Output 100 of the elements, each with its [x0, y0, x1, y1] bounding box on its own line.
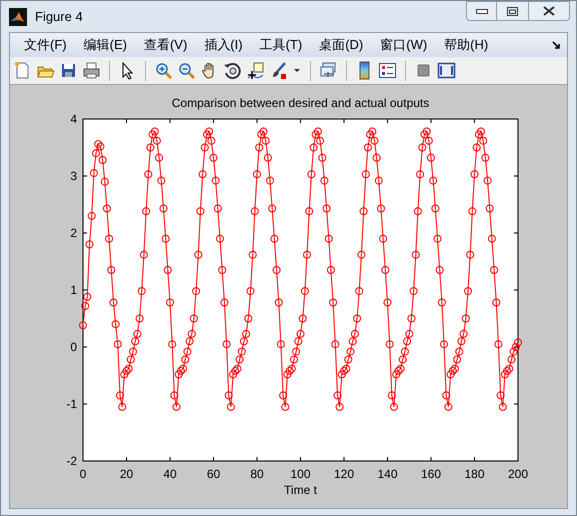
data-marker	[486, 204, 494, 212]
zoom-in-icon[interactable]	[154, 61, 173, 80]
print-icon[interactable]	[82, 61, 101, 80]
data-marker	[334, 391, 342, 400]
data-marker	[224, 391, 233, 400]
data-marker	[322, 204, 331, 212]
data-marker	[446, 370, 455, 378]
close-button[interactable]	[528, 1, 570, 21]
data-cursor-icon[interactable]	[246, 61, 265, 80]
x-tick-label: 100	[290, 467, 311, 481]
data-marker	[464, 287, 472, 296]
data-marker	[457, 337, 466, 346]
restore-icon	[507, 6, 518, 16]
data-marker	[360, 207, 368, 216]
data-marker	[440, 340, 448, 348]
data-marker	[152, 136, 161, 145]
data-marker	[503, 366, 512, 375]
data-marker	[403, 337, 412, 346]
data-marker	[431, 204, 440, 212]
data-marker	[436, 266, 444, 274]
data-marker	[210, 154, 218, 162]
data-marker	[253, 170, 261, 178]
data-marker	[307, 170, 316, 178]
data-marker	[386, 340, 394, 348]
data-marker	[300, 287, 309, 296]
dock-arrow-icon[interactable]	[552, 40, 561, 50]
data-marker	[490, 266, 498, 274]
data-marker	[474, 130, 483, 138]
menu-item[interactable]: 桌面(D)	[311, 35, 372, 55]
data-marker	[400, 348, 409, 356]
save-icon[interactable]	[59, 61, 78, 80]
data-marker	[214, 204, 222, 212]
zoom-out-icon[interactable]	[177, 61, 196, 80]
data-marker	[279, 391, 288, 400]
data-marker	[138, 287, 146, 296]
data-marker	[438, 298, 446, 306]
data-marker	[416, 170, 424, 178]
data-marker	[166, 298, 174, 306]
window-title: Figure 4	[35, 8, 83, 26]
data-marker	[377, 204, 385, 212]
data-marker	[170, 391, 178, 400]
data-marker	[444, 402, 452, 411]
x-tick-label: 140	[377, 467, 398, 481]
data-marker	[390, 402, 398, 411]
rotate-icon[interactable]	[223, 61, 242, 80]
data-marker	[79, 321, 87, 330]
linked-plot-icon[interactable]	[319, 61, 338, 80]
data-marker	[379, 234, 388, 243]
menu-item[interactable]: 窗口(W)	[372, 35, 436, 55]
data-marker	[88, 212, 96, 220]
data-marker	[90, 169, 98, 178]
minimize-button[interactable]	[466, 1, 497, 21]
data-marker	[466, 250, 474, 259]
data-marker	[388, 391, 396, 400]
data-marker	[172, 402, 180, 411]
legend-icon[interactable]	[378, 61, 397, 80]
data-marker	[248, 250, 257, 259]
data-marker	[268, 204, 276, 212]
data-marker	[107, 266, 116, 274]
data-marker	[353, 314, 362, 322]
data-marker	[240, 337, 248, 346]
data-marker	[392, 370, 400, 378]
y-tick-label: -1	[66, 397, 77, 411]
data-marker	[194, 250, 202, 259]
menu-item[interactable]: 工具(T)	[252, 35, 310, 55]
data-marker	[329, 298, 338, 306]
data-marker	[429, 176, 438, 185]
data-marker	[96, 142, 104, 150]
data-marker	[86, 240, 94, 248]
menu-item[interactable]: 编辑(E)	[76, 35, 135, 55]
data-marker	[448, 366, 457, 375]
data-marker	[414, 207, 422, 216]
menu-item[interactable]: 文件(F)	[16, 35, 75, 55]
data-marker	[133, 330, 142, 338]
menu-item[interactable]: 帮助(H)	[436, 35, 496, 55]
app-logo-icon	[9, 8, 27, 26]
x-tick-label: 160	[420, 467, 442, 481]
data-marker	[481, 154, 490, 162]
data-marker	[450, 364, 459, 373]
data-marker	[198, 170, 207, 178]
data-marker	[179, 364, 188, 373]
y-tick-label: 3	[70, 169, 77, 183]
data-marker	[470, 170, 478, 178]
data-marker	[186, 337, 194, 346]
data-marker	[112, 320, 120, 328]
data-marker	[350, 330, 359, 338]
data-marker	[405, 330, 414, 338]
data-marker	[168, 340, 176, 348]
data-marker	[298, 314, 307, 322]
data-marker	[331, 340, 340, 348]
data-marker	[231, 366, 240, 375]
x-tick-label: 180	[464, 467, 485, 481]
plot-tools-window-icon[interactable]	[437, 61, 456, 80]
data-marker	[157, 176, 166, 185]
maximize-button[interactable]	[497, 1, 528, 21]
menu-item[interactable]: 插入(I)	[196, 35, 251, 55]
data-marker	[190, 314, 198, 322]
menu-item[interactable]: 查看(V)	[136, 35, 196, 55]
data-marker	[257, 130, 266, 138]
data-marker	[266, 176, 274, 185]
